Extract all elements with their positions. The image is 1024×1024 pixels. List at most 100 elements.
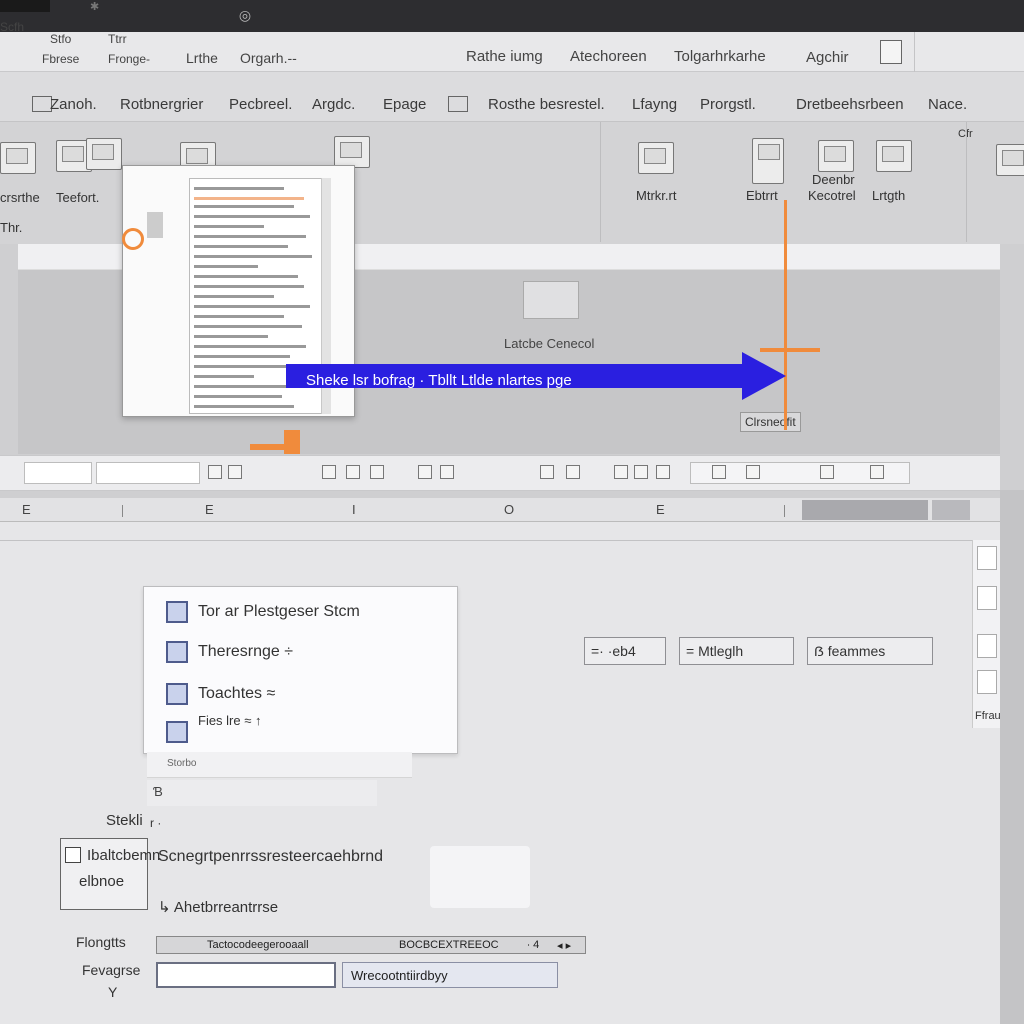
left-box-line1: Ibaltcbemn <box>87 847 161 864</box>
field-3[interactable]: ẞ feammes <box>807 637 933 665</box>
toolbar-icon-11[interactable] <box>634 465 648 479</box>
toolbar-icon-14[interactable] <box>746 465 760 479</box>
field-1[interactable]: =· ·eb4 <box>584 637 666 665</box>
menu-item-atechoreen[interactable]: Atechoreen <box>570 48 647 65</box>
orange-handle-2[interactable] <box>284 430 300 454</box>
ribbon-icon-10[interactable] <box>996 144 1024 176</box>
toolbar-icon-3[interactable] <box>322 465 336 479</box>
form-label-fevagrse: Fevagrse <box>82 962 141 978</box>
thumbnail-side-block <box>147 212 163 238</box>
toolbar-icon-9[interactable] <box>566 465 580 479</box>
ribbon-icon-3[interactable] <box>86 138 122 170</box>
toolbar-icon-4[interactable] <box>346 465 360 479</box>
toolbar-field-1[interactable] <box>24 462 92 484</box>
rail-icon-3[interactable] <box>977 634 997 658</box>
tab-rotbnergrier[interactable]: Rotbnergrier <box>120 96 203 113</box>
field-2[interactable]: = Mtleglh <box>679 637 794 665</box>
ribbon-box-icon[interactable] <box>448 96 468 112</box>
ruler-mark-2: E <box>205 502 214 517</box>
toolbar-icon-10[interactable] <box>614 465 628 479</box>
ruler-mark-1: E <box>22 502 31 517</box>
checkbox[interactable] <box>166 683 188 705</box>
tab-prorgstl[interactable]: Prorgstl. <box>700 96 756 113</box>
checkbox[interactable] <box>166 641 188 663</box>
ribbon-label-kecotrel: Kecotrel <box>808 188 856 203</box>
ribbon-checkbox-icon[interactable] <box>32 96 52 112</box>
form-label-suffix: r · <box>150 816 162 830</box>
left-option-box[interactable]: Ibaltcbemn elbnoe <box>60 838 160 910</box>
menu-item-agchir[interactable]: Agchir <box>806 49 849 66</box>
toolbar-icon-2[interactable] <box>228 465 242 479</box>
toolbar-icon-6[interactable] <box>418 465 432 479</box>
checkbox-label: Tor ar Plestgeser Stcm <box>198 603 360 620</box>
left-box-checkbox[interactable] <box>65 847 81 863</box>
ruler-tick <box>784 505 785 517</box>
long-text-label: Scnegrtpenrrssresteercaehbrnd <box>158 848 384 865</box>
menu-item-fronge[interactable]: Fronge- <box>108 52 150 66</box>
toolbar-icon-16[interactable] <box>870 465 884 479</box>
title-glyph: ✱ <box>90 1 100 13</box>
tab-rosthe[interactable]: Rosthe besrestel. <box>488 96 605 113</box>
panel-sub-strip-2: Ɓ <box>147 780 377 806</box>
ribbon-icon-9[interactable] <box>876 140 912 172</box>
tab-argdc[interactable]: Argdc. <box>312 96 355 113</box>
ribbon-icon-7[interactable] <box>752 138 784 184</box>
header-cell: ◂ ▸ <box>557 940 572 952</box>
ribbon-icon-8[interactable] <box>818 140 854 172</box>
toolbar-icon-12[interactable] <box>656 465 670 479</box>
menu-item-stfo[interactable]: Stfo <box>50 32 71 46</box>
ribbon-label-teefort: Teefort. <box>56 190 100 205</box>
rail-icon-2[interactable] <box>977 586 997 610</box>
checkbox[interactable] <box>166 601 188 623</box>
rail-icon-1[interactable] <box>977 546 997 570</box>
app-icon[interactable]: ◎ <box>232 2 258 28</box>
center-preview-image <box>523 281 579 319</box>
toolbar-icon-13[interactable] <box>712 465 726 479</box>
menu-item-lrthe[interactable]: Lrthe <box>186 50 218 66</box>
ruler[interactable]: E E I O E <box>0 498 1000 522</box>
rail-icon-4[interactable] <box>977 670 997 694</box>
toolbar-icon-5[interactable] <box>370 465 384 479</box>
toolbar-icon-15[interactable] <box>820 465 834 479</box>
header-cell: BOCBCEXTREEOC <box>399 939 499 951</box>
tab-nace[interactable]: Nace. <box>928 96 967 113</box>
scrollbar-end[interactable] <box>932 500 970 520</box>
ribbon-tabs: Zanoh. Rotbnergrier Pecbreel. Argdc. Epa… <box>0 72 1024 122</box>
toolbar-icon-7[interactable] <box>440 465 454 479</box>
left-box-line2: elbnoe <box>79 873 125 890</box>
menu-item-fbrese[interactable]: Fbrese <box>42 52 79 66</box>
callout-text: Sheke lsr bofrag · Tbllt Ltlde nlartes p… <box>306 372 572 389</box>
menu-item-ttrr[interactable]: Ttrr <box>108 32 127 46</box>
checkbox-panel: Tor ar Plestgeser Stcm Theresrnge ÷ Toac… <box>143 586 458 754</box>
form-label-y: Y <box>108 984 118 1000</box>
tab-dretbeeh[interactable]: Dretbeehsrbeen <box>796 96 904 113</box>
menu-item-organ[interactable]: Orgarh.-- <box>240 50 297 66</box>
toolbar-field-2[interactable] <box>96 462 200 484</box>
tab-pecbreel[interactable]: Pecbreel. <box>229 96 292 113</box>
tab-lfayng[interactable]: Lfayng <box>632 96 677 113</box>
menu-left-label[interactable]: Scfh <box>0 20 24 34</box>
tab-zanoh[interactable]: Zanoh. <box>50 96 97 113</box>
toolbar-icon-1[interactable] <box>208 465 222 479</box>
form-label-mid: ↳ Ahetbrreantrrse <box>158 899 279 916</box>
tab-epage[interactable]: Epage <box>383 96 426 113</box>
ribbon-label-lrtgth: Lrtgth <box>872 188 906 203</box>
ribbon-icon-5[interactable] <box>334 136 370 168</box>
header-cell: Tactocodeegerooaall <box>207 939 309 951</box>
document-icon[interactable] <box>880 40 902 64</box>
ribbon-icon-1[interactable] <box>0 142 36 174</box>
menu-item-rathe[interactable]: Rathe iumg <box>466 48 543 65</box>
right-label[interactable]: Clrsneofit <box>740 412 801 432</box>
checkbox[interactable] <box>166 721 188 743</box>
menu-item-tolgarh[interactable]: Tolgarhrkarhe <box>674 48 766 65</box>
toolbar-strip <box>0 455 1000 491</box>
toolbar-icon-8[interactable] <box>540 465 554 479</box>
text-input-a[interactable] <box>156 962 336 988</box>
orange-handle-1[interactable] <box>250 444 286 450</box>
ribbon-icon-6[interactable] <box>638 142 674 174</box>
ruler-mark-4: O <box>504 502 515 517</box>
checkbox-label: Theresrnge ÷ <box>198 643 294 660</box>
horizontal-scrollbar[interactable] <box>802 500 928 520</box>
text-input-b[interactable]: Wrecootntiirdbyy <box>342 962 558 988</box>
title-bar-corner <box>0 0 50 12</box>
